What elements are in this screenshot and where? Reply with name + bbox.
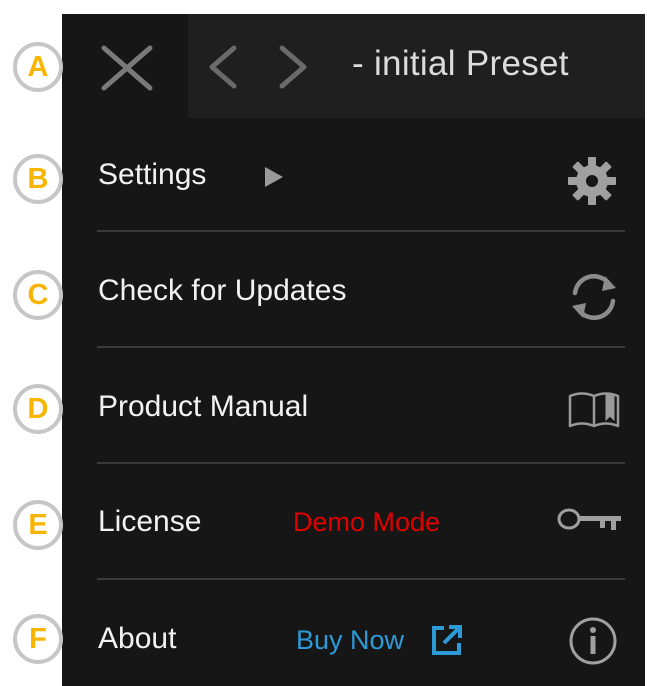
divider <box>97 346 625 348</box>
preset-name[interactable]: - initial Preset <box>352 44 569 84</box>
demo-mode-status: Demo Mode <box>293 507 441 537</box>
license-label: License <box>98 505 202 538</box>
divider <box>97 462 625 464</box>
callout-f: F <box>13 614 63 664</box>
check-for-updates-label: Check for Updates <box>98 274 347 307</box>
callout-b: B <box>13 154 63 204</box>
menu-item-product-manual[interactable]: Product Manual <box>62 350 645 466</box>
key-icon <box>557 508 621 530</box>
info-icon <box>569 617 617 665</box>
menu-item-about[interactable]: About Buy Now <box>62 582 645 686</box>
menu-item-license[interactable]: License Demo Mode <box>62 466 645 582</box>
callout-e: E <box>13 500 63 550</box>
close-icon[interactable] <box>100 44 154 92</box>
refresh-icon <box>572 273 616 321</box>
preset-selector: - initial Preset <box>188 14 645 118</box>
book-icon <box>568 392 620 428</box>
callout-d: D <box>13 384 63 434</box>
preset-bar: - initial Preset <box>62 14 645 118</box>
chevron-left-icon[interactable] <box>206 44 240 90</box>
gear-icon <box>568 157 616 205</box>
buy-now-link[interactable]: Buy Now <box>296 625 404 656</box>
external-link-icon[interactable] <box>430 623 464 657</box>
menu-item-check-for-updates[interactable]: Check for Updates <box>62 234 645 350</box>
triangle-right-icon <box>265 167 283 187</box>
buy-now-label: Buy Now <box>296 625 405 655</box>
close-zone <box>62 14 188 118</box>
callout-c: C <box>13 270 63 320</box>
about-label: About <box>98 622 177 655</box>
settings-label: Settings <box>98 158 207 191</box>
chevron-right-icon[interactable] <box>276 44 310 90</box>
menu-item-settings[interactable]: Settings <box>62 118 645 234</box>
plugin-menu-panel: - initial Preset Settings Check for Upda… <box>62 14 645 686</box>
callout-a: A <box>13 42 63 92</box>
divider <box>97 230 625 232</box>
divider <box>97 578 625 580</box>
screenshot-stage: - initial Preset Settings Check for Upda… <box>0 0 647 686</box>
product-manual-label: Product Manual <box>98 390 309 423</box>
